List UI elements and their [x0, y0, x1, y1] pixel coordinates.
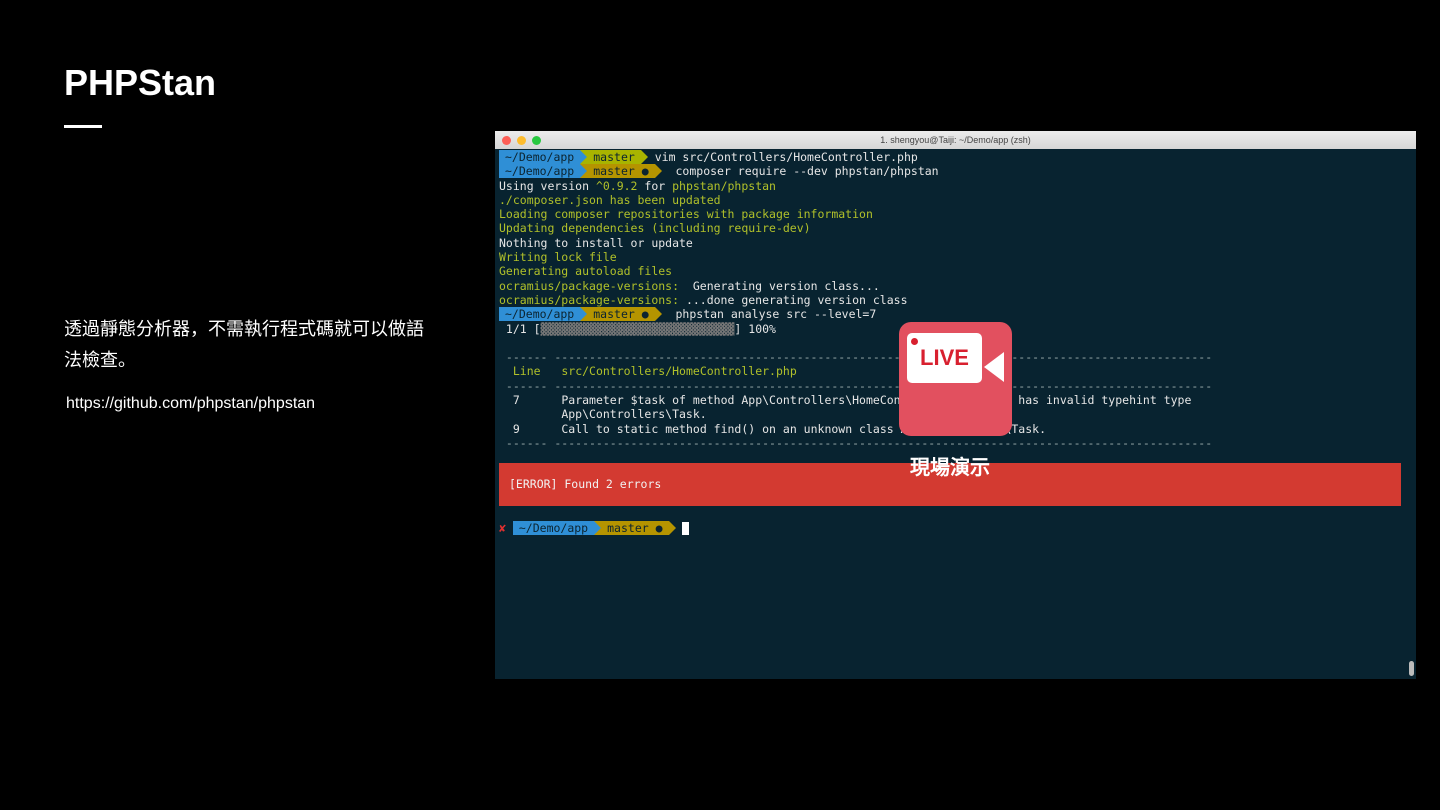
output-line: Updating dependencies (including require…: [499, 221, 1412, 235]
camera-icon: [984, 352, 1004, 382]
table-rule: ------ ---------------------------------…: [499, 436, 1412, 450]
github-link[interactable]: https://github.com/phpstan/phpstan: [66, 395, 315, 413]
live-camera-icon: LIVE: [899, 322, 1012, 436]
output-line: Loading composer repositories with packa…: [499, 207, 1412, 221]
output-line: Writing lock file: [499, 250, 1412, 264]
title-underline: [64, 125, 102, 128]
slide-title: PHPStan: [64, 62, 216, 104]
progress-bar: ▓▓▓▓▓▓▓▓▓▓▓▓▓▓▓▓▓▓▓▓▓▓▓▓▓▓▓▓: [541, 322, 735, 336]
prompt-line: ~/Demo/appmaster ● composer require --de…: [499, 164, 1412, 178]
maximize-button[interactable]: [532, 136, 541, 145]
fail-icon: ✘: [499, 521, 506, 535]
prompt-line: ~/Demo/appmaster ● phpstan analyse src -…: [499, 307, 1412, 321]
output-line: Nothing to install or update: [499, 236, 1412, 250]
window-title: 1. shengyou@Taiji: ~/Demo/app (zsh): [880, 135, 1030, 145]
output-line: ocramius/package-versions: ...done gener…: [499, 293, 1412, 307]
live-demo-caption: 現場演示: [910, 451, 990, 480]
output-line: Using version ^0.9.2 for phpstan/phpstan: [499, 179, 1412, 193]
cursor: [682, 522, 689, 535]
close-button[interactable]: [502, 136, 511, 145]
slide-description: 透過靜態分析器，不需執行程式碼就可以做語法檢查。: [64, 314, 434, 376]
minimize-button[interactable]: [517, 136, 526, 145]
prompt-line: ~/Demo/appmaster vim src/Controllers/Hom…: [499, 150, 1412, 164]
output-line: ./composer.json has been updated: [499, 193, 1412, 207]
current-prompt: ✘ ~/Demo/appmaster ●: [499, 521, 689, 535]
output-line: Generating autoload files: [499, 264, 1412, 278]
title-bar: 1. shengyou@Taiji: ~/Demo/app (zsh): [495, 131, 1416, 149]
output-line: ocramius/package-versions: Generating ve…: [499, 279, 1412, 293]
scrollbar[interactable]: [1409, 661, 1414, 676]
